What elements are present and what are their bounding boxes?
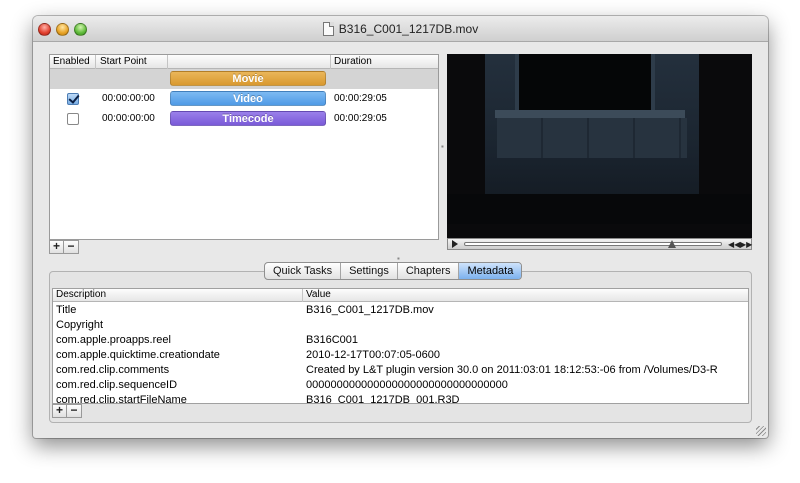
track-duration: 00:00:29:05 — [334, 113, 387, 124]
track-add-remove-buttons: + − — [49, 240, 79, 254]
tracks-table-header: Enabled Start Point Duration — [50, 55, 438, 69]
step-backward-button[interactable]: ◀◀ — [728, 240, 740, 249]
metadata-value[interactable]: B316_C001_1217DB.mov — [306, 304, 748, 316]
track-name-pill: Video — [170, 91, 326, 106]
tab-settings[interactable]: Settings — [341, 263, 398, 279]
tab-quick-tasks[interactable]: Quick Tasks — [265, 263, 342, 279]
metadata-value[interactable]: Created by L&T plugin version 30.0 on 20… — [306, 364, 748, 376]
track-row-video[interactable]: 00:00:00:00 Video 00:00:29:05 — [50, 89, 438, 109]
window-resize-grip[interactable] — [756, 426, 766, 436]
track-name-pill: Timecode — [170, 111, 326, 126]
metadata-row[interactable]: Copyright — [53, 318, 748, 333]
metadata-row[interactable]: com.red.clip.comments Created by L&T plu… — [53, 363, 748, 378]
title-bar: B316_C001_1217DB.mov — [33, 16, 768, 42]
playhead-handle[interactable] — [668, 240, 677, 248]
track-name-pill: Movie — [170, 71, 326, 86]
column-header-duration[interactable]: Duration — [334, 56, 372, 69]
track-enabled-checkbox[interactable] — [67, 113, 79, 125]
metadata-description: Copyright — [56, 319, 104, 331]
column-header-description[interactable]: Description — [56, 289, 106, 302]
metadata-add-remove-buttons: + − — [52, 404, 82, 418]
metadata-description: com.red.clip.sequenceID — [56, 379, 178, 391]
timeline-scrubber[interactable] — [464, 240, 722, 248]
vertical-split-handle[interactable]: ▪ — [441, 142, 444, 151]
tab-metadata[interactable]: Metadata — [459, 263, 522, 279]
track-row-timecode[interactable]: 00:00:00:00 Timecode 00:00:29:05 — [50, 109, 438, 129]
metadata-description: com.red.clip.comments — [56, 364, 170, 376]
track-start-point: 00:00:00:00 — [102, 93, 155, 104]
metadata-row[interactable]: com.red.clip.startFileName B316_C001_121… — [53, 393, 748, 403]
metadata-row[interactable]: com.apple.quicktime.creationdate 2010-12… — [53, 348, 748, 363]
add-metadata-button[interactable]: + — [52, 404, 67, 418]
column-header-enabled[interactable]: Enabled — [53, 56, 90, 69]
metadata-description: com.apple.quicktime.creationdate — [56, 349, 220, 361]
column-header-value[interactable]: Value — [306, 289, 331, 302]
metadata-table: Description Value Title B316_C001_1217DB… — [52, 288, 749, 404]
step-forward-button[interactable]: ▶▶ — [740, 240, 752, 249]
movie-inspector-window: B316_C001_1217DB.mov Enabled Start Point… — [33, 16, 768, 438]
tab-chapters[interactable]: Chapters — [398, 263, 460, 279]
metadata-value[interactable]: 2010-12-17T00:07:05-0600 — [306, 349, 748, 361]
metadata-description: Title — [56, 304, 77, 316]
movie-controller-bar: ◀◀ ▶▶ — [447, 238, 752, 250]
column-header-start-point[interactable]: Start Point — [100, 56, 147, 69]
video-preview[interactable] — [447, 54, 752, 238]
remove-track-button[interactable]: − — [64, 240, 79, 254]
metadata-value[interactable]: B316C001 — [306, 334, 748, 346]
metadata-value[interactable]: B316_C001_1217DB_001.R3D — [306, 394, 748, 403]
add-track-button[interactable]: + — [49, 240, 64, 254]
metadata-row[interactable]: com.red.clip.sequenceID 0000000000000000… — [53, 378, 748, 393]
track-duration: 00:00:29:05 — [334, 93, 387, 104]
tab-bar: Quick Tasks Settings Chapters Metadata — [264, 262, 523, 280]
tracks-table: Enabled Start Point Duration Movie 00:00… — [49, 54, 439, 240]
metadata-row[interactable]: com.apple.proapps.reel B316C001 — [53, 333, 748, 348]
metadata-table-header: Description Value — [53, 289, 748, 302]
metadata-description: com.apple.proapps.reel — [56, 334, 171, 346]
remove-metadata-button[interactable]: − — [67, 404, 82, 418]
play-icon[interactable] — [452, 240, 458, 248]
document-icon — [322, 22, 334, 36]
metadata-row[interactable]: Title B316_C001_1217DB.mov — [53, 303, 748, 318]
track-enabled-checkbox[interactable] — [67, 93, 79, 105]
track-start-point: 00:00:00:00 — [102, 113, 155, 124]
window-title: B316_C001_1217DB.mov — [338, 22, 479, 36]
track-row-movie[interactable]: Movie — [50, 69, 438, 89]
metadata-value[interactable]: 000000000000000000000000000000000 — [306, 379, 748, 391]
